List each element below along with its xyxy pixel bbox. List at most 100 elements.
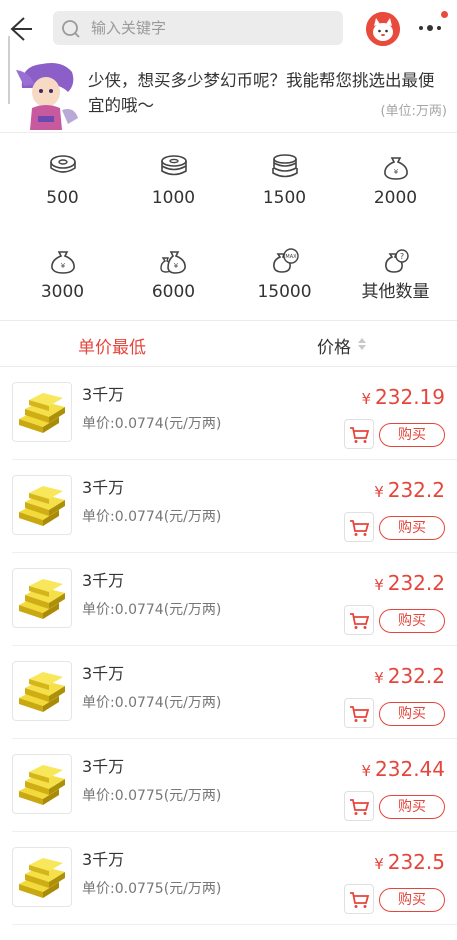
quantity-option-500[interactable]: 500 bbox=[7, 154, 118, 214]
search-placeholder[interactable]: 输入关键字 bbox=[91, 19, 166, 37]
scroll-indicator bbox=[8, 36, 10, 104]
money-bags-icon: ¥ bbox=[159, 251, 186, 274]
quantity-option-1000[interactable]: 1000 bbox=[118, 154, 229, 214]
notification-dot bbox=[441, 11, 448, 18]
add-to-cart-button[interactable] bbox=[344, 698, 374, 728]
gold-bars-icon bbox=[19, 765, 65, 805]
listing-price: ¥232.5 bbox=[374, 851, 445, 875]
listing-item[interactable]: 3千万 单价:0.0775(元/万两) ¥232.44 购买 bbox=[0, 739, 457, 832]
currency-symbol: ¥ bbox=[374, 855, 384, 873]
gold-bars-icon bbox=[19, 579, 65, 619]
currency-symbol: ¥ bbox=[374, 576, 384, 594]
game-character-illustration bbox=[16, 63, 78, 130]
gold-bars-icon bbox=[19, 486, 65, 526]
quantity-label: 1000 bbox=[151, 188, 196, 208]
divider bbox=[12, 924, 457, 925]
max-bag-icon: MAX bbox=[272, 248, 299, 273]
gold-bars-thumbnail bbox=[12, 568, 72, 628]
buy-button[interactable]: 购买 bbox=[379, 795, 445, 819]
listing-unit-price: 单价:0.0775(元/万两) bbox=[82, 788, 222, 804]
unit-label: (单位:万两) bbox=[380, 104, 447, 119]
add-to-cart-button[interactable] bbox=[344, 605, 374, 635]
cat-mascot-icon bbox=[366, 12, 400, 46]
buy-button[interactable]: 购买 bbox=[379, 516, 445, 540]
avatar[interactable] bbox=[366, 12, 400, 46]
quantity-option-1500[interactable]: 1500 bbox=[229, 154, 340, 214]
buy-button[interactable]: 购买 bbox=[379, 888, 445, 912]
gold-bars-icon bbox=[19, 393, 65, 433]
gold-bars-icon bbox=[19, 672, 65, 712]
svg-text:¥: ¥ bbox=[60, 262, 65, 270]
price-value: 232.5 bbox=[387, 850, 445, 874]
price-value: 232.2 bbox=[387, 664, 445, 688]
cart-icon bbox=[350, 613, 370, 629]
add-to-cart-button[interactable] bbox=[344, 419, 374, 449]
money-bag-icon: ¥ bbox=[50, 251, 75, 274]
listing-unit-price: 单价:0.0775(元/万两) bbox=[82, 881, 222, 897]
coin-stack-icon bbox=[49, 155, 76, 173]
sort-lowest-unit-price[interactable]: 单价最低 bbox=[78, 333, 146, 358]
gold-bars-thumbnail bbox=[12, 754, 72, 814]
listing-item[interactable]: 3千万 单价:0.0774(元/万两) ¥232.2 购买 bbox=[0, 553, 457, 646]
question-bag-icon: ? bbox=[384, 249, 409, 273]
listing-item[interactable]: 3千万 单价:0.0775(元/万两) ¥232.5 购买 bbox=[0, 832, 457, 925]
listing-unit-price: 单价:0.0774(元/万两) bbox=[82, 509, 222, 525]
listing-title: 3千万 bbox=[82, 571, 125, 590]
price-value: 232.44 bbox=[375, 757, 445, 781]
buy-button[interactable]: 购买 bbox=[379, 423, 445, 447]
top-bar: 输入关键字 bbox=[0, 0, 457, 56]
currency-symbol: ¥ bbox=[361, 390, 372, 408]
quantity-label: 6000 bbox=[151, 282, 196, 302]
buy-button[interactable]: 购买 bbox=[379, 609, 445, 633]
buy-button[interactable]: 购买 bbox=[379, 702, 445, 726]
add-to-cart-button[interactable] bbox=[344, 884, 374, 914]
listing-title: 3千万 bbox=[82, 385, 125, 404]
quantity-option-15000[interactable]: MAX 15000 bbox=[229, 248, 340, 308]
listing-item[interactable]: 3千万 单价:0.0774(元/万两) ¥232.19 购买 bbox=[0, 367, 457, 460]
divider bbox=[0, 132, 457, 133]
quantity-option-6000[interactable]: ¥ 6000 bbox=[118, 248, 229, 308]
price-value: 232.2 bbox=[387, 478, 445, 502]
gold-bars-thumbnail bbox=[12, 475, 72, 535]
gold-bars-thumbnail bbox=[12, 382, 72, 442]
gold-bars-thumbnail bbox=[12, 661, 72, 721]
listing-price: ¥232.19 bbox=[361, 386, 445, 410]
quantity-option-2000[interactable]: ¥ 2000 bbox=[340, 154, 451, 214]
coin-stack-icon bbox=[160, 155, 187, 176]
quantity-label: 2000 bbox=[373, 188, 418, 208]
cart-icon bbox=[350, 427, 370, 443]
quantity-label: 其他数量 bbox=[361, 282, 430, 302]
quantity-label: 1500 bbox=[262, 188, 307, 208]
search-box[interactable]: 输入关键字 bbox=[53, 11, 343, 45]
listing-title: 3千万 bbox=[82, 850, 125, 869]
quantity-option-other[interactable]: ? 其他数量 bbox=[340, 248, 451, 308]
quantity-option-3000[interactable]: ¥ 3000 bbox=[7, 248, 118, 308]
gold-bars-icon bbox=[19, 858, 65, 898]
sort-arrows-icon[interactable] bbox=[357, 336, 367, 352]
currency-symbol: ¥ bbox=[374, 669, 384, 687]
listing-price: ¥232.2 bbox=[374, 479, 445, 503]
svg-text:¥: ¥ bbox=[393, 168, 398, 176]
cart-icon bbox=[350, 520, 370, 536]
listing-item[interactable]: 3千万 单价:0.0774(元/万两) ¥232.2 购买 bbox=[0, 460, 457, 553]
sort-bar: 单价最低 价格 bbox=[0, 321, 457, 367]
listing-title: 3千万 bbox=[82, 757, 125, 776]
quantity-label: 3000 bbox=[40, 282, 85, 302]
listing-price: ¥232.44 bbox=[361, 758, 445, 782]
cart-icon bbox=[350, 706, 370, 722]
cart-icon bbox=[350, 892, 370, 908]
listing-item[interactable]: 3千万 单价:0.0774(元/万两) ¥232.2 购买 bbox=[0, 646, 457, 739]
gold-bars-thumbnail bbox=[12, 847, 72, 907]
listing-title: 3千万 bbox=[82, 478, 125, 497]
add-to-cart-button[interactable] bbox=[344, 512, 374, 542]
sort-price[interactable]: 价格 bbox=[317, 333, 351, 358]
listing-unit-price: 单价:0.0774(元/万两) bbox=[82, 602, 222, 618]
svg-text:¥: ¥ bbox=[173, 262, 178, 270]
add-to-cart-button[interactable] bbox=[344, 791, 374, 821]
listing-title: 3千万 bbox=[82, 664, 125, 683]
currency-symbol: ¥ bbox=[361, 762, 372, 780]
listing-unit-price: 单价:0.0774(元/万两) bbox=[82, 695, 222, 711]
currency-symbol: ¥ bbox=[374, 483, 384, 501]
more-icon[interactable] bbox=[415, 17, 445, 39]
price-value: 232.2 bbox=[387, 571, 445, 595]
